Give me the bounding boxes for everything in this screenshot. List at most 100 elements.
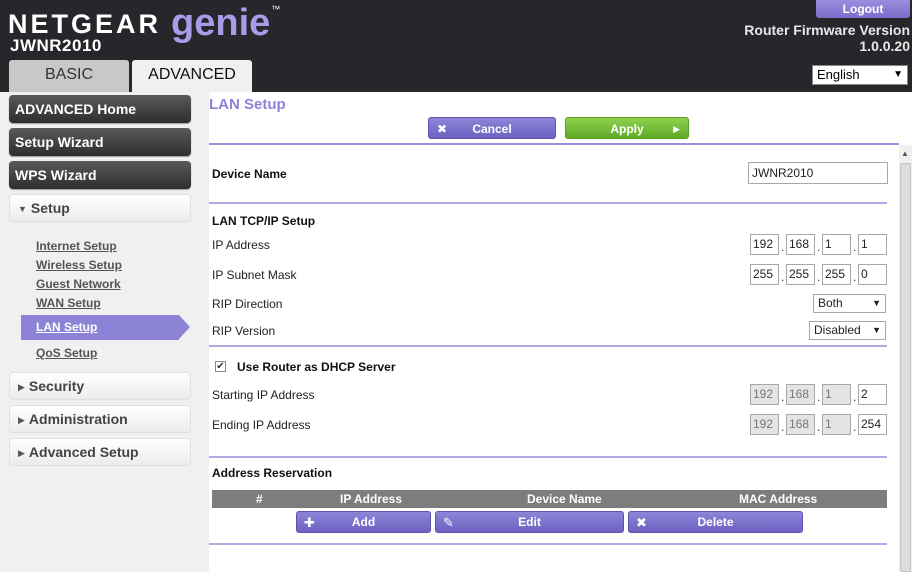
ending-ip-octet-2: 168 [786, 414, 815, 435]
sidebar-subitem-qos-setup[interactable]: QoS Setup [36, 346, 97, 360]
dhcp-server-label: Use Router as DHCP Server [237, 360, 396, 374]
netgear-genie-logo: NETGEAR genie ™ [8, 2, 281, 42]
tcpip-heading: LAN TCP/IP Setup [212, 214, 316, 228]
chevron-down-icon: ▼ [893, 69, 903, 80]
sidebar-item-administration[interactable]: ▶ Administration [9, 405, 191, 433]
reservation-table-header: # IP Address Device Name MAC Address [212, 490, 887, 508]
rip-version-label: RIP Version [212, 324, 276, 338]
language-select[interactable]: English ▼ [812, 65, 908, 85]
section-divider [209, 202, 887, 204]
active-pointer-arrow [179, 315, 190, 339]
rip-version-value: Disabled [814, 323, 861, 337]
scrollbar-thumb[interactable] [900, 163, 911, 572]
subnet-octet-1[interactable]: 255 [750, 264, 779, 285]
language-value: English [817, 67, 860, 82]
lan-setup-form: Device Name JWNR2010 LAN TCP/IP Setup IP… [209, 143, 899, 572]
sidebar-item-setup[interactable]: ▼ Setup [9, 194, 191, 222]
section-divider [209, 345, 887, 347]
sidebar-subitem-wireless-setup[interactable]: Wireless Setup [36, 258, 122, 272]
close-icon: ✖ [437, 122, 448, 136]
chevron-down-icon: ▼ [872, 325, 881, 335]
octet-separator: . [817, 420, 821, 434]
tab-basic[interactable]: BASIC [9, 60, 129, 92]
trademark-symbol: ™ [271, 4, 281, 14]
sidebar: ADVANCED Home Setup Wizard WPS Wizard ▼ S… [0, 92, 205, 572]
caret-down-icon: ▼ [18, 204, 27, 214]
sidebar-item-setup-wizard[interactable]: Setup Wizard [9, 128, 191, 156]
dhcp-server-checkbox[interactable]: ✔ [215, 361, 226, 372]
firmware-version: 1.0.0.20 [859, 38, 910, 54]
ip-address-octet-4[interactable]: 1 [858, 234, 887, 255]
caret-right-icon: ▶ [18, 415, 25, 425]
ending-ip-octet-4[interactable]: 254 [858, 414, 887, 435]
starting-ip-label: Starting IP Address [212, 388, 315, 402]
octet-separator: . [781, 390, 785, 404]
add-label: Add [351, 515, 376, 529]
delete-label: Delete [697, 515, 734, 529]
ending-ip-label: Ending IP Address [212, 418, 311, 432]
apply-button[interactable]: Apply ▶ [565, 117, 689, 139]
column-header-ip-address: IP Address [340, 492, 403, 506]
ip-address-octet-2[interactable]: 168 [786, 234, 815, 255]
sidebar-item-label: Advanced Setup [28, 444, 139, 460]
sidebar-item-label: Security [28, 378, 85, 394]
sidebar-item-advanced-setup[interactable]: ▶ Advanced Setup [9, 438, 191, 466]
octet-separator: . [781, 420, 785, 434]
sidebar-subitem-wan-setup[interactable]: WAN Setup [36, 296, 101, 310]
octet-separator: . [817, 270, 821, 284]
page-title: LAN Setup [209, 96, 286, 113]
caret-right-icon: ▶ [18, 448, 25, 458]
sidebar-item-advanced-home[interactable]: ADVANCED Home [9, 95, 191, 123]
rip-direction-value: Both [818, 296, 843, 310]
rip-direction-select[interactable]: Both ▼ [813, 294, 886, 313]
sidebar-subitem-lan-setup[interactable]: LAN Setup [36, 320, 97, 334]
edit-label: Edit [518, 515, 541, 529]
ip-address-octet-3[interactable]: 1 [822, 234, 851, 255]
device-name-input[interactable]: JWNR2010 [748, 162, 888, 184]
octet-separator: . [781, 270, 785, 284]
sidebar-item-label: Administration [28, 411, 128, 427]
delete-reservation-button[interactable]: ✖ Delete [628, 511, 803, 533]
section-divider [209, 456, 887, 458]
subnet-octet-4[interactable]: 0 [858, 264, 887, 285]
octet-separator: . [817, 240, 821, 254]
starting-ip-octet-3: 1 [822, 384, 851, 405]
sidebar-subitem-guest-network[interactable]: Guest Network [36, 277, 121, 291]
tab-advanced[interactable]: ADVANCED [132, 60, 252, 92]
sidebar-subitem-internet-setup[interactable]: Internet Setup [36, 239, 117, 253]
device-name-label: Device Name [212, 167, 287, 181]
logout-button[interactable]: Logout [816, 0, 910, 18]
starting-ip-octet-2: 168 [786, 384, 815, 405]
ending-ip-octet-3: 1 [822, 414, 851, 435]
ip-address-octet-1[interactable]: 192 [750, 234, 779, 255]
add-reservation-button[interactable]: ✚ Add [296, 511, 431, 533]
play-arrow-icon: ▶ [673, 124, 680, 134]
octet-separator: . [817, 390, 821, 404]
starting-ip-octet-4[interactable]: 2 [858, 384, 887, 405]
vertical-scrollbar[interactable]: ▲ [899, 145, 912, 572]
cancel-label: Cancel [472, 122, 512, 136]
close-icon: ✖ [636, 515, 647, 530]
column-header-device-name: Device Name [527, 492, 602, 506]
ending-ip-octet-1: 192 [750, 414, 779, 435]
starting-ip-octet-1: 192 [750, 384, 779, 405]
cancel-button[interactable]: ✖ Cancel [428, 117, 556, 139]
address-reservation-heading: Address Reservation [212, 466, 333, 480]
edit-reservation-button[interactable]: ✎ Edit [435, 511, 624, 533]
main-panel: LAN Setup ✖ Cancel Apply ▶ Device Name J… [209, 92, 912, 572]
rip-direction-label: RIP Direction [212, 297, 283, 311]
sidebar-item-wps-wizard[interactable]: WPS Wizard [9, 161, 191, 189]
scroll-up-icon[interactable]: ▲ [901, 149, 909, 158]
sidebar-item-security[interactable]: ▶ Security [9, 372, 191, 400]
ip-address-label: IP Address [212, 238, 270, 252]
header: NETGEAR genie ™ JWNR2010 Logout Router F… [0, 0, 912, 92]
apply-label: Apply [610, 122, 644, 136]
subnet-octet-3[interactable]: 255 [822, 264, 851, 285]
column-header-number: # [256, 492, 263, 506]
octet-separator: . [853, 390, 857, 404]
octet-separator: . [853, 420, 857, 434]
section-divider [209, 543, 887, 545]
subnet-octet-2[interactable]: 255 [786, 264, 815, 285]
rip-version-select[interactable]: Disabled ▼ [809, 321, 886, 340]
plus-icon: ✚ [304, 515, 315, 530]
